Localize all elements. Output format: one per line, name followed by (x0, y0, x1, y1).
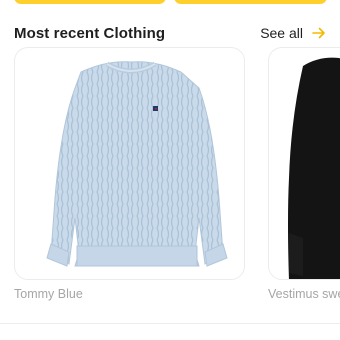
section-header: Most recent Clothing See all (14, 20, 326, 46)
product-card[interactable]: Vestimus swe (268, 47, 340, 301)
bottom-divider (0, 323, 340, 324)
yellow-action-button-left[interactable] (14, 0, 166, 4)
yellow-action-button-right[interactable] (174, 0, 327, 4)
see-all-link[interactable]: See all (260, 25, 326, 41)
section-title: Most recent Clothing (14, 24, 166, 42)
arrow-right-icon (312, 27, 325, 39)
see-all-label: See all (260, 25, 303, 41)
product-carousel[interactable]: Tommy Blue Vestimus swe (0, 47, 340, 307)
sweater-image (46, 61, 228, 267)
product-image-frame[interactable] (268, 47, 340, 280)
product-name[interactable]: Vestimus swe (268, 287, 340, 301)
sweater-image (288, 57, 340, 279)
product-image-frame[interactable] (14, 47, 245, 280)
product-card[interactable]: Tommy Blue (14, 47, 245, 301)
product-name[interactable]: Tommy Blue (14, 287, 245, 301)
